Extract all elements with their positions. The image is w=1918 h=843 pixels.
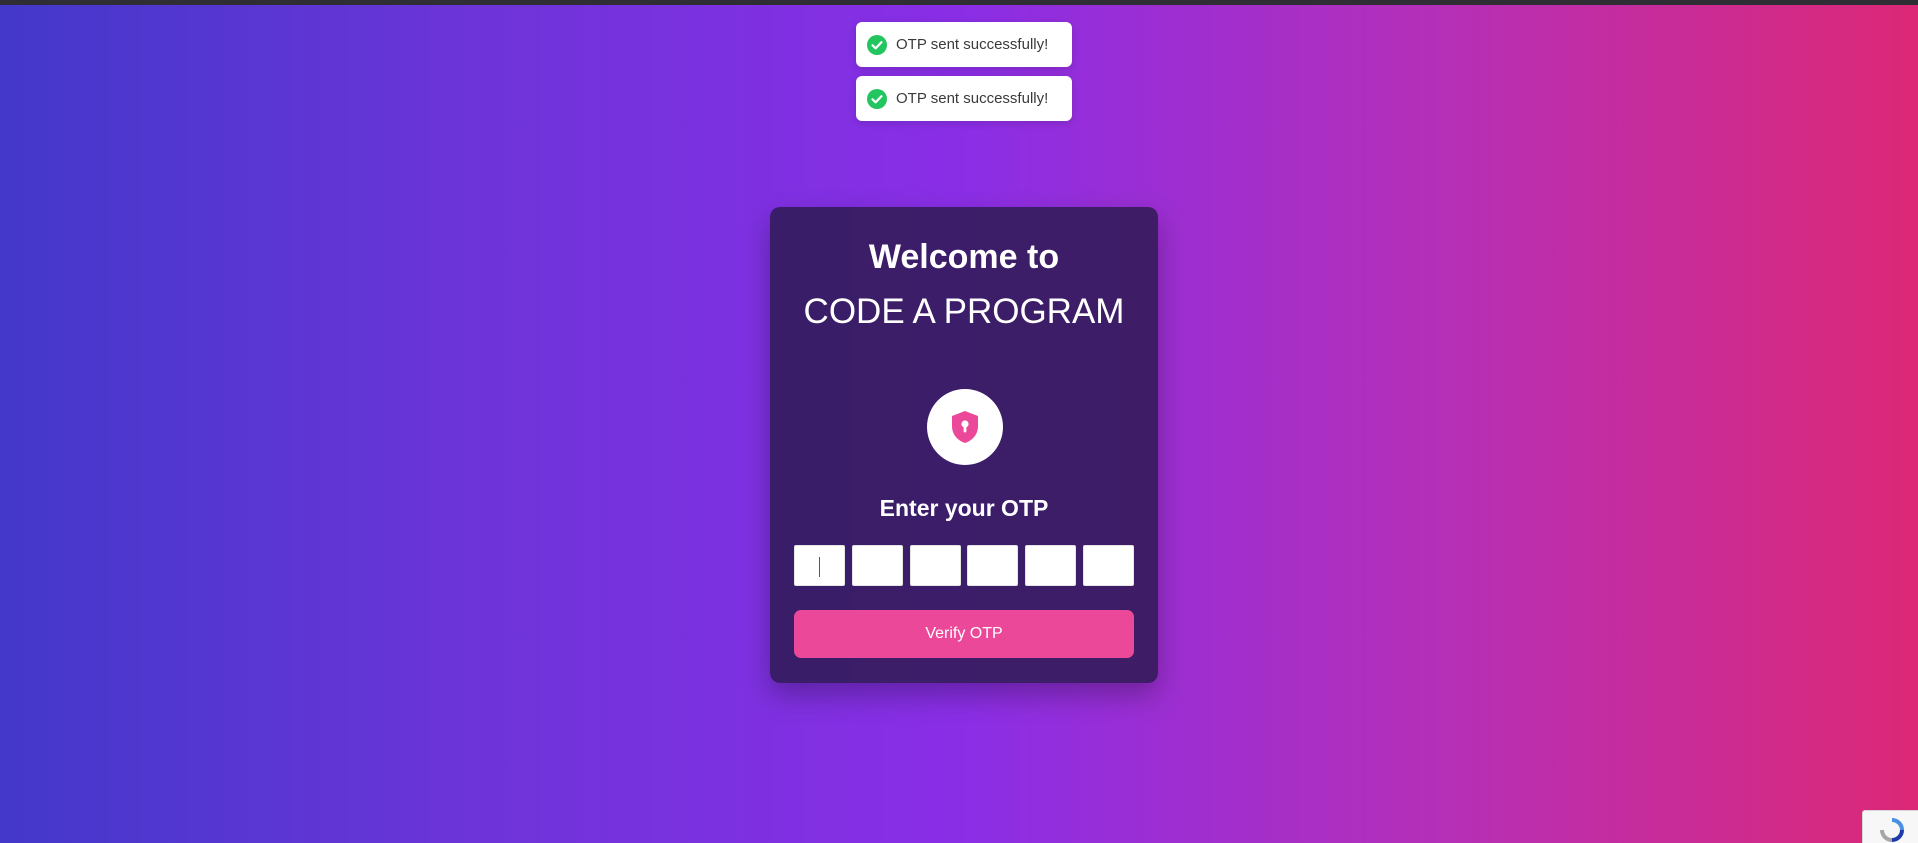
- check-circle-icon: [867, 34, 887, 55]
- toast-notification[interactable]: OTP sent successfully!: [856, 76, 1072, 121]
- brand-title: CODE A PROGRAM: [803, 292, 1125, 331]
- shield-badge: [927, 389, 1003, 465]
- otp-digit-6[interactable]: [1082, 545, 1134, 586]
- check-circle-icon: [867, 88, 887, 109]
- otp-digit-3[interactable]: [909, 545, 961, 586]
- toast-stack: OTP sent successfully! OTP sent successf…: [856, 22, 1072, 130]
- recaptcha-icon: [1880, 818, 1904, 842]
- recaptcha-badge[interactable]: [1862, 810, 1918, 843]
- otp-label: Enter your OTP: [879, 495, 1049, 521]
- browser-top-strip: [0, 0, 1918, 5]
- toast-message: OTP sent successfully!: [896, 36, 1049, 53]
- welcome-heading: Welcome to: [868, 238, 1060, 276]
- otp-digit-1[interactable]: [794, 545, 845, 586]
- otp-digit-4[interactable]: [967, 545, 1019, 586]
- shield-lock-icon: [952, 411, 978, 443]
- text-caret: [819, 557, 820, 577]
- otp-digit-2[interactable]: [851, 545, 903, 586]
- otp-card: Welcome to CODE A PROGRAM Enter your OTP…: [770, 207, 1158, 683]
- otp-input-group: [794, 545, 1134, 586]
- otp-digit-5[interactable]: [1025, 545, 1077, 586]
- toast-message: OTP sent successfully!: [896, 90, 1049, 107]
- verify-otp-button[interactable]: Verify OTP: [794, 610, 1134, 658]
- toast-notification[interactable]: OTP sent successfully!: [856, 22, 1072, 67]
